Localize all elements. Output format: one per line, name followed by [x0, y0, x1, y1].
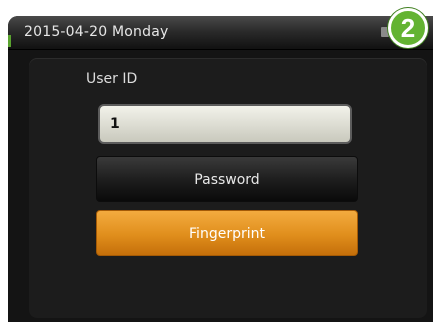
fingerprint-button[interactable]: Fingerprint	[96, 210, 358, 256]
user-id-input[interactable]: 1	[98, 104, 352, 144]
status-bar: 2015-04-20 Monday	[8, 16, 433, 50]
user-id-label: User ID	[86, 71, 138, 87]
page-canvas: 2015-04-20 Monday User ID 1 Password Fin…	[0, 0, 433, 322]
status-indicator-accent	[8, 35, 11, 47]
date-label: 2015-04-20 Monday	[24, 24, 169, 40]
password-button[interactable]: Password	[96, 156, 358, 202]
step-number-badge: 2	[388, 8, 428, 48]
